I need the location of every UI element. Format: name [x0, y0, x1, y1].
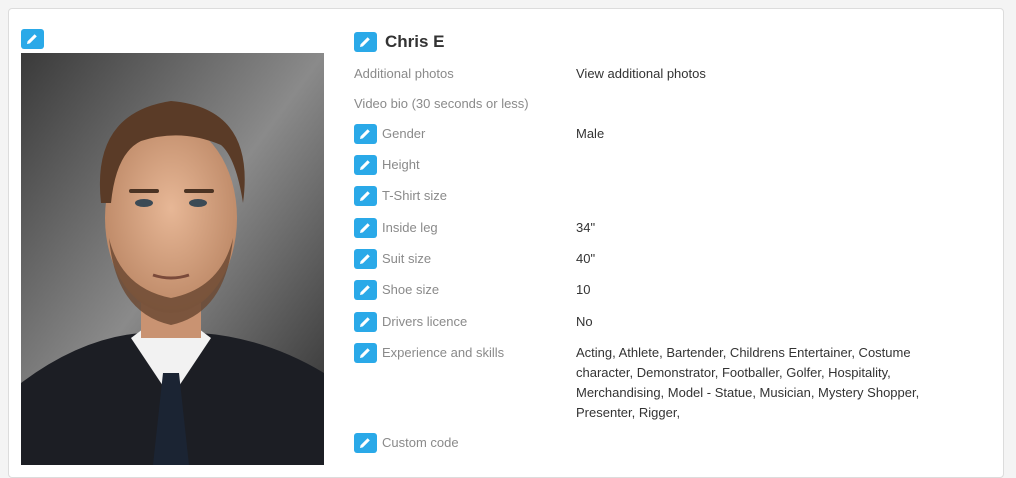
- edit-custom-code-button[interactable]: [354, 433, 377, 453]
- pencil-icon: [27, 34, 37, 44]
- view-additional-photos-link[interactable]: View additional photos: [576, 64, 706, 84]
- field-label: Custom code: [382, 435, 459, 450]
- edit-experience-button[interactable]: [354, 343, 377, 363]
- field-label: Drivers licence: [382, 314, 468, 329]
- field-label: Inside leg: [382, 220, 438, 235]
- edit-gender-button[interactable]: [354, 124, 377, 144]
- edit-drivers-licence-button[interactable]: [354, 312, 377, 332]
- field-video-bio: Video bio (30 seconds or less): [354, 96, 529, 111]
- field-label: Suit size: [382, 251, 432, 266]
- profile-name: Chris E: [385, 32, 445, 51]
- field-value-drivers-licence: No: [576, 314, 593, 329]
- field-label: Gender: [382, 126, 426, 141]
- pencil-icon: [360, 129, 370, 139]
- name-row: Chris E: [354, 32, 445, 52]
- edit-suit-size-button[interactable]: [354, 249, 377, 269]
- field-label: Shoe size: [382, 282, 440, 297]
- field-value-experience: Acting, Athlete, Bartender, Childrens En…: [576, 345, 920, 420]
- field-label: Video bio (30 seconds or less): [354, 96, 529, 111]
- field-height: Height: [354, 155, 420, 175]
- field-inside-leg: Inside leg: [354, 218, 438, 238]
- edit-photo-button[interactable]: [21, 29, 44, 49]
- field-drivers-licence: Drivers licence: [354, 312, 468, 332]
- pencil-icon: [360, 317, 370, 327]
- field-experience: Experience and skills: [354, 343, 505, 363]
- field-gender: Gender: [354, 124, 426, 144]
- profile-photo: [21, 53, 324, 465]
- field-suit-size: Suit size: [354, 249, 432, 269]
- edit-height-button[interactable]: [354, 155, 377, 175]
- field-label: T-Shirt size: [382, 188, 448, 203]
- field-shoe-size: Shoe size: [354, 280, 440, 300]
- field-value-gender: Male: [576, 126, 605, 141]
- field-value-shoe-size: 10: [576, 282, 591, 297]
- pencil-icon: [360, 191, 370, 201]
- field-custom-code: Custom code: [354, 433, 459, 453]
- pencil-icon: [360, 37, 370, 47]
- pencil-icon: [360, 223, 370, 233]
- pencil-icon: [360, 254, 370, 264]
- pencil-icon: [360, 348, 370, 358]
- field-value-inside-leg: 34": [576, 220, 596, 235]
- pencil-icon: [360, 438, 370, 448]
- pencil-icon: [360, 285, 370, 295]
- field-tshirt-size: T-Shirt size: [354, 186, 448, 206]
- field-label: Height: [382, 157, 420, 172]
- field-additional-photos: Additional photos: [354, 66, 454, 81]
- pencil-icon: [360, 160, 370, 170]
- edit-shoe-size-button[interactable]: [354, 280, 377, 300]
- field-value-suit-size: 40": [576, 251, 596, 266]
- field-label: Additional photos: [354, 66, 454, 81]
- edit-name-button[interactable]: [354, 32, 377, 52]
- edit-inside-leg-button[interactable]: [354, 218, 377, 238]
- edit-tshirt-size-button[interactable]: [354, 186, 377, 206]
- field-label: Experience and skills: [382, 345, 505, 360]
